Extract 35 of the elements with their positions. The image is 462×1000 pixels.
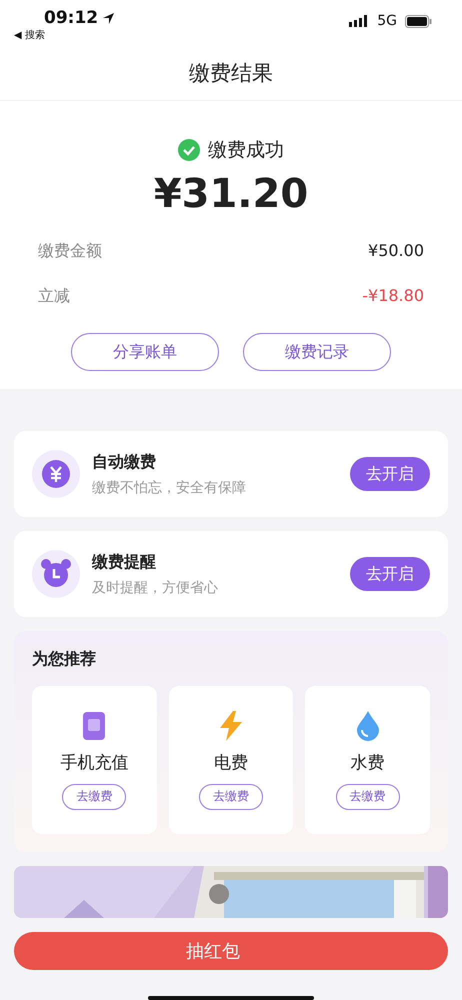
page-title: 缴费结果 [189, 60, 273, 87]
lucky-draw-button[interactable]: 抽红包 [14, 932, 448, 970]
recommend-name: 手机充值 [60, 752, 128, 774]
signal-icon [349, 15, 370, 27]
detail-value: ¥50.00 [368, 241, 424, 262]
back-link[interactable]: ◀ 搜索 [14, 28, 350, 42]
battery-icon [405, 14, 432, 28]
pay-button[interactable]: 去缴费 [62, 784, 126, 810]
recommend-name: 水费 [350, 752, 385, 774]
recommend-name: 电费 [214, 752, 248, 774]
location-arrow-icon [102, 12, 116, 24]
phone-icon [82, 710, 106, 740]
enable-button[interactable]: 去开启 [350, 557, 430, 591]
status-time: 09:12 [44, 8, 98, 28]
outline-button[interactable]: 分享账单 [71, 333, 219, 371]
water-drop-icon [356, 710, 380, 740]
recommend-title: 为您推荐 [32, 649, 97, 670]
discount-value: -¥18.80 [362, 286, 424, 307]
payment-status: 缴费成功 [208, 138, 284, 163]
alarm-clock-icon [32, 550, 80, 598]
enable-button[interactable]: 去开启 [350, 457, 430, 491]
yuan-icon [32, 450, 80, 498]
detail-label: 立减 [38, 286, 70, 307]
service-subtitle: 及时提醒，方便省心 [92, 578, 219, 596]
service-subtitle: 缴费不怕忘，安全有保障 [92, 478, 247, 496]
service-title: 缴费提醒 [92, 552, 157, 572]
check-icon [178, 139, 200, 161]
lightning-icon [218, 710, 244, 740]
payment-amount: ¥31.20 [154, 171, 308, 217]
pay-button[interactable]: 去缴费 [336, 784, 400, 810]
pay-button[interactable]: 去缴费 [198, 784, 263, 810]
outline-button[interactable]: 缴费记录 [243, 333, 391, 371]
detail-label: 缴费金额 [38, 241, 102, 262]
service-title: 自动缴费 [92, 452, 157, 472]
network-label: 5G [377, 13, 397, 29]
